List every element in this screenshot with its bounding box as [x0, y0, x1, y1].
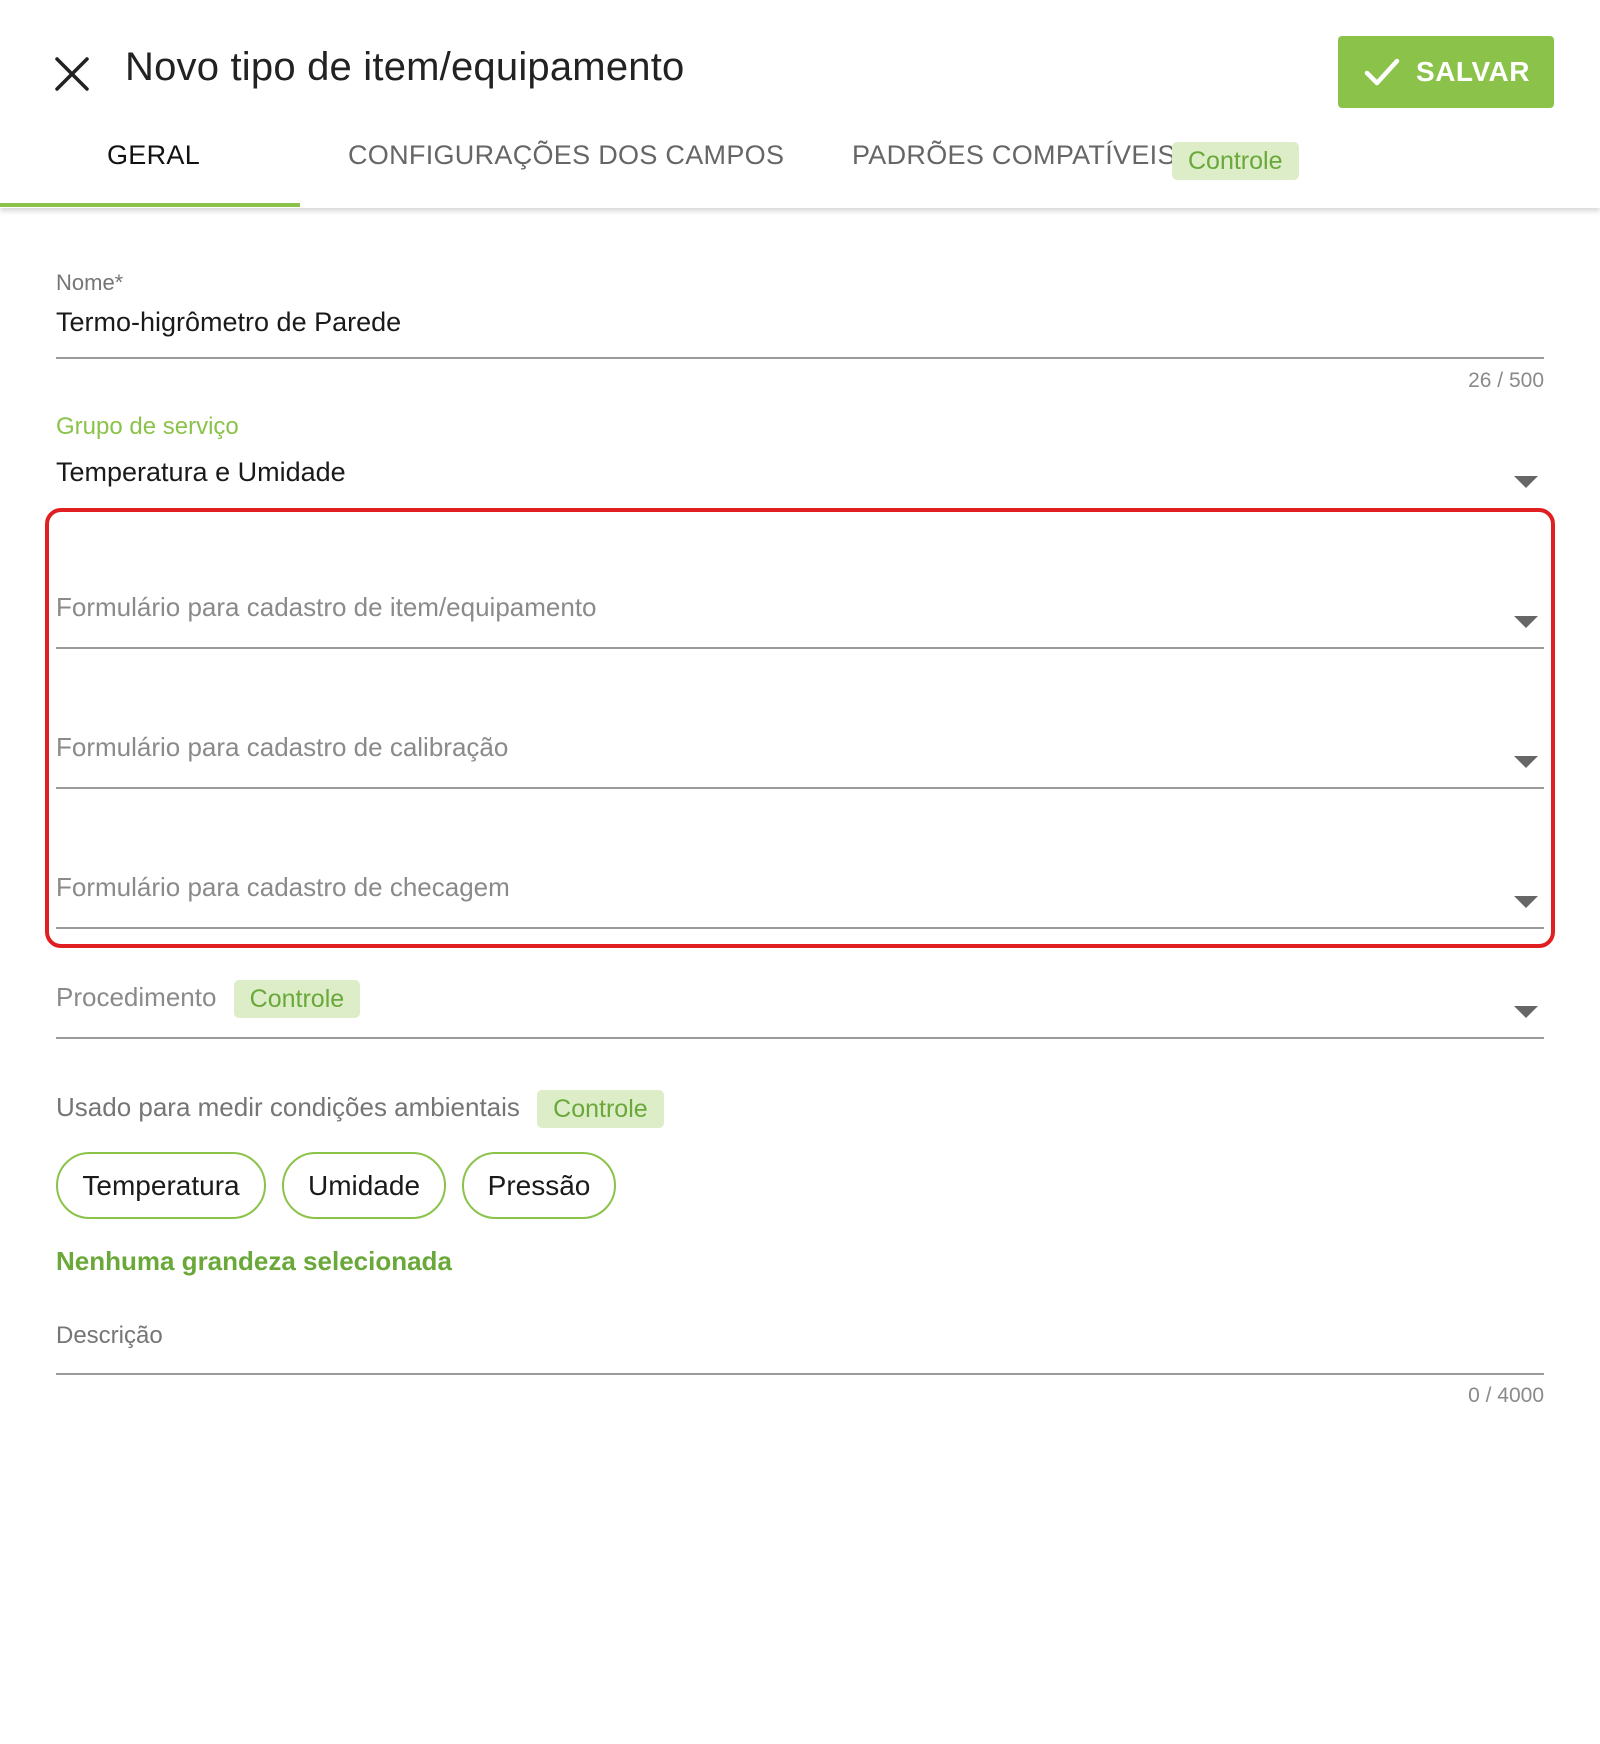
- descricao-counter: 0 / 4000: [1468, 1384, 1544, 1407]
- condicoes-controle-badge: Controle: [537, 1090, 664, 1128]
- condicoes-hint: Nenhuma grandeza selecionada: [56, 1246, 452, 1276]
- tab-geral[interactable]: GERAL: [107, 140, 200, 171]
- chip-umidade[interactable]: Umidade: [282, 1152, 446, 1219]
- procedimento-caret-down-icon[interactable]: [1514, 1006, 1538, 1018]
- descricao-underline: [56, 1373, 1544, 1375]
- procedimento-select[interactable]: Procedimento Controle: [56, 980, 361, 1018]
- grupo-servico-select[interactable]: Temperatura e Umidade: [56, 457, 346, 488]
- formulario-item-caret-down-icon[interactable]: [1514, 616, 1538, 628]
- chip-pressao[interactable]: Pressão: [462, 1152, 616, 1219]
- tab-padroes-compativeis[interactable]: PADRÕES COMPATÍVEIS: [852, 140, 1176, 171]
- formulario-checagem-select[interactable]: Formulário para cadastro de checagem: [56, 872, 510, 903]
- controle-badge: Controle: [1172, 142, 1299, 180]
- save-button[interactable]: SALVAR: [1338, 36, 1554, 108]
- nome-underline: [56, 357, 1544, 359]
- chip-temperatura[interactable]: Temperatura: [56, 1152, 266, 1219]
- nome-input[interactable]: Termo-higrômetro de Parede: [56, 307, 401, 338]
- formulario-checagem-underline: [56, 927, 1544, 929]
- close-button[interactable]: [52, 54, 92, 94]
- check-icon: [1364, 58, 1400, 86]
- condicoes-ambientais-text: Usado para medir condições ambientais: [56, 1091, 520, 1122]
- tab-configuracoes-dos-campos[interactable]: CONFIGURAÇÕES DOS CAMPOS: [348, 140, 784, 171]
- formulario-item-underline: [56, 647, 1544, 649]
- procedimento-controle-badge: Controle: [233, 980, 361, 1018]
- save-button-label: SALVAR: [1416, 56, 1530, 87]
- formulario-calibracao-select[interactable]: Formulário para cadastro de calibração: [56, 732, 508, 763]
- procedimento-label: Procedimento: [56, 981, 217, 1012]
- formulario-checagem-caret-down-icon[interactable]: [1514, 896, 1538, 908]
- formulario-calibracao-caret-down-icon[interactable]: [1514, 756, 1538, 768]
- active-tab-indicator: [0, 203, 300, 207]
- formulario-calibracao-underline: [56, 787, 1544, 789]
- grupo-servico-caret-down-icon[interactable]: [1514, 476, 1538, 488]
- descricao-input[interactable]: Descrição: [56, 1322, 163, 1350]
- nome-label: Nome*: [56, 270, 124, 295]
- grupo-servico-label: Grupo de serviço: [56, 413, 239, 440]
- formulario-item-select[interactable]: Formulário para cadastro de item/equipam…: [56, 592, 597, 623]
- condicoes-ambientais-label: Usado para medir condições ambientais Co…: [56, 1090, 664, 1128]
- close-icon: [55, 57, 89, 91]
- procedimento-underline: [56, 1037, 1544, 1039]
- nome-counter: 26 / 500: [1468, 369, 1544, 392]
- top-bar: Novo tipo de item/equipamento SALVAR GER…: [0, 0, 1600, 208]
- page-title: Novo tipo de item/equipamento: [125, 45, 685, 89]
